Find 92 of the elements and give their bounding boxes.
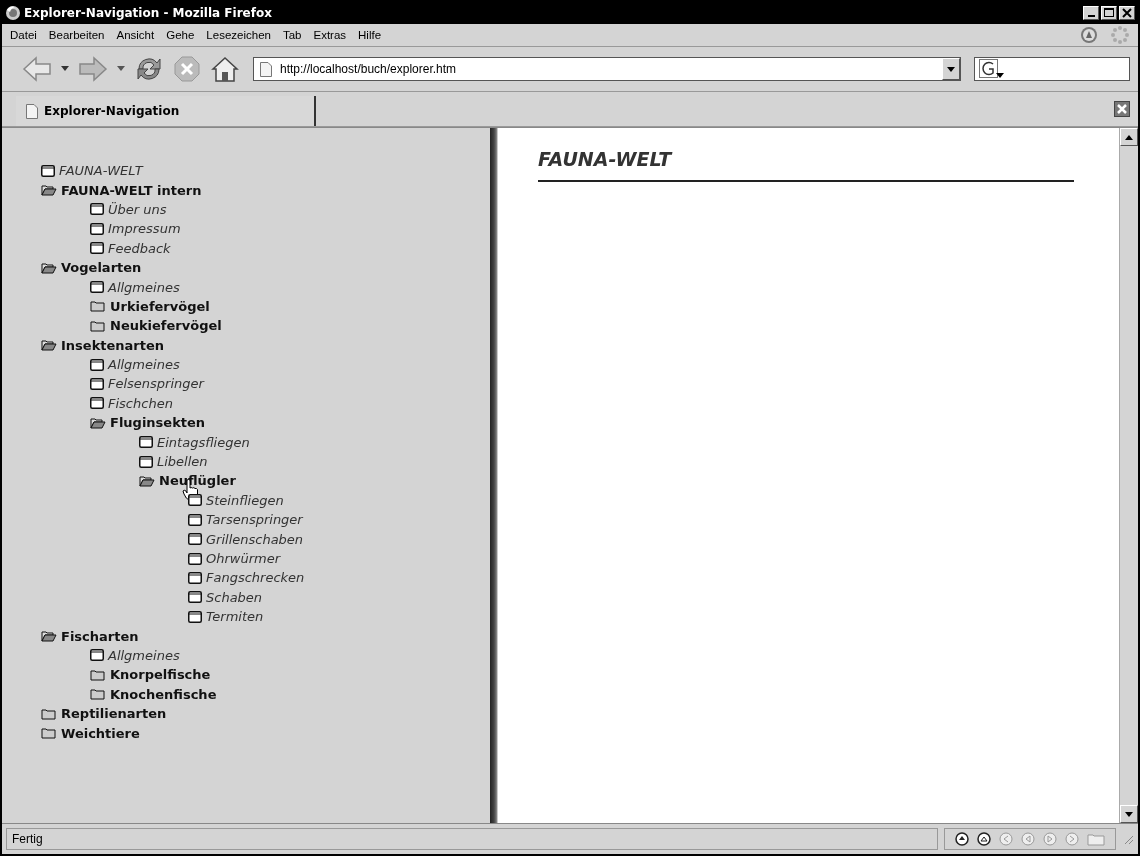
menu-item[interactable]: Lesezeichen bbox=[206, 29, 271, 41]
page-icon bbox=[26, 103, 38, 119]
tree-item[interactable]: Über uns bbox=[90, 199, 167, 220]
download-icon[interactable] bbox=[1080, 26, 1098, 44]
page-icon bbox=[41, 164, 55, 177]
tree-item[interactable]: Knorpelfische bbox=[90, 665, 211, 685]
minimize-button[interactable] bbox=[1083, 6, 1099, 20]
tree-item[interactable]: Fischarten bbox=[41, 626, 139, 646]
tree-item[interactable]: FAUNA-WELT bbox=[41, 161, 143, 181]
tree-item[interactable]: Weichtiere bbox=[41, 723, 140, 743]
browser-logo-icon bbox=[5, 5, 21, 21]
maximize-icon bbox=[1104, 8, 1114, 18]
menu-item[interactable]: Tab bbox=[282, 29, 302, 41]
close-button[interactable] bbox=[1119, 6, 1135, 20]
tree-item[interactable]: Impressum bbox=[90, 219, 181, 239]
tree-item[interactable]: Insektenarten bbox=[41, 335, 165, 355]
tree-item[interactable]: Ohrwürmer bbox=[188, 548, 281, 569]
search-engine-icon[interactable] bbox=[979, 59, 1005, 79]
caret-icon bbox=[1125, 811, 1133, 817]
tree-item[interactable]: Reptilienarten bbox=[41, 703, 167, 724]
up-icon[interactable] bbox=[955, 832, 969, 846]
throbber-icon bbox=[1110, 25, 1130, 45]
scroll-up-button[interactable] bbox=[1120, 128, 1138, 146]
tree-item[interactable]: Steinfliegen bbox=[188, 490, 284, 511]
page-icon bbox=[188, 533, 202, 546]
close-tab-button[interactable] bbox=[1114, 101, 1130, 117]
tree-item[interactable]: FAUNA-WELT intern bbox=[41, 180, 202, 200]
home-icon[interactable] bbox=[210, 55, 240, 83]
page-icon bbox=[188, 571, 202, 584]
tree-item[interactable]: Grillenschaben bbox=[188, 529, 304, 549]
tree-item[interactable]: Feedback bbox=[90, 238, 171, 258]
page-icon bbox=[188, 494, 202, 507]
tree-item[interactable]: Fangschrecken bbox=[188, 568, 305, 588]
tree-item[interactable]: Schaben bbox=[188, 587, 263, 607]
stop-icon[interactable] bbox=[173, 55, 201, 83]
tree-item[interactable]: Neuflügler bbox=[139, 471, 236, 491]
tree-item[interactable]: Allgmeines bbox=[90, 645, 180, 666]
page-icon bbox=[90, 358, 104, 371]
close-icon bbox=[1122, 8, 1132, 18]
page-icon bbox=[139, 455, 153, 468]
tree-item[interactable]: Tarsenspringer bbox=[188, 510, 303, 530]
page-icon bbox=[90, 203, 104, 216]
browser-tab[interactable]: Explorer-Navigation bbox=[16, 96, 316, 126]
reload-icon[interactable] bbox=[134, 55, 164, 83]
tree-item[interactable]: Felsenspringer bbox=[90, 374, 204, 394]
page-icon bbox=[90, 397, 104, 410]
tree-item[interactable]: Allgmeines bbox=[90, 277, 180, 297]
page-heading: FAUNA-WELT bbox=[538, 148, 674, 170]
menu-item[interactable]: Gehe bbox=[166, 29, 195, 41]
menu-item[interactable]: Hilfe bbox=[358, 29, 382, 41]
menu-item[interactable]: Ansicht bbox=[116, 29, 155, 41]
page-icon bbox=[188, 610, 202, 623]
tree-item[interactable]: Vogelarten bbox=[41, 257, 142, 278]
tree-item[interactable]: Knochenfische bbox=[90, 684, 217, 704]
tree-item[interactable]: Allgmeines bbox=[90, 354, 180, 375]
dropdown-button[interactable] bbox=[942, 58, 960, 80]
page-icon bbox=[260, 61, 272, 77]
tree-item[interactable]: Urkiefervögel bbox=[90, 296, 210, 317]
page-icon bbox=[90, 378, 104, 390]
up-icon[interactable] bbox=[977, 832, 991, 846]
scrollbar[interactable] bbox=[1119, 128, 1138, 823]
tree-item[interactable]: Fluginsekten bbox=[90, 413, 206, 433]
page-icon bbox=[139, 436, 153, 449]
resize-grip-icon[interactable] bbox=[1122, 833, 1134, 845]
scroll-down-button[interactable] bbox=[1120, 805, 1138, 823]
caret-icon[interactable] bbox=[61, 66, 69, 72]
back-arrow-icon[interactable] bbox=[22, 55, 52, 83]
address-field[interactable]: http://localhost/buch/explorer.htm bbox=[253, 57, 961, 81]
search-field[interactable] bbox=[974, 57, 1130, 81]
caret-icon bbox=[947, 66, 955, 72]
maximize-button[interactable] bbox=[1101, 6, 1117, 20]
page-icon bbox=[188, 591, 202, 604]
page-icon bbox=[90, 242, 104, 255]
tree-item[interactable]: Libellen bbox=[139, 451, 208, 472]
tree-item[interactable]: Fischchen bbox=[90, 393, 173, 414]
page-icon bbox=[90, 649, 104, 662]
caret-icon bbox=[1125, 134, 1133, 140]
menu-item[interactable]: Extras bbox=[313, 29, 347, 41]
tree-item[interactable]: Eintagsfliegen bbox=[139, 432, 250, 452]
caret-icon[interactable] bbox=[117, 66, 125, 72]
tree-item[interactable]: Termiten bbox=[188, 607, 264, 627]
status-text: Fertig bbox=[6, 828, 938, 850]
page-icon bbox=[90, 281, 104, 294]
minimize-icon bbox=[1087, 15, 1095, 17]
page-icon bbox=[90, 222, 104, 235]
page-icon bbox=[188, 513, 202, 526]
menu-item[interactable]: Bearbeiten bbox=[48, 29, 105, 41]
page-icon bbox=[188, 552, 202, 565]
close-icon bbox=[1117, 104, 1127, 114]
tree-item[interactable]: Neukiefervögel bbox=[90, 316, 222, 336]
menu-item[interactable]: Datei bbox=[10, 29, 37, 41]
window-title: Explorer-Navigation - Mozilla Firefox bbox=[24, 6, 272, 20]
